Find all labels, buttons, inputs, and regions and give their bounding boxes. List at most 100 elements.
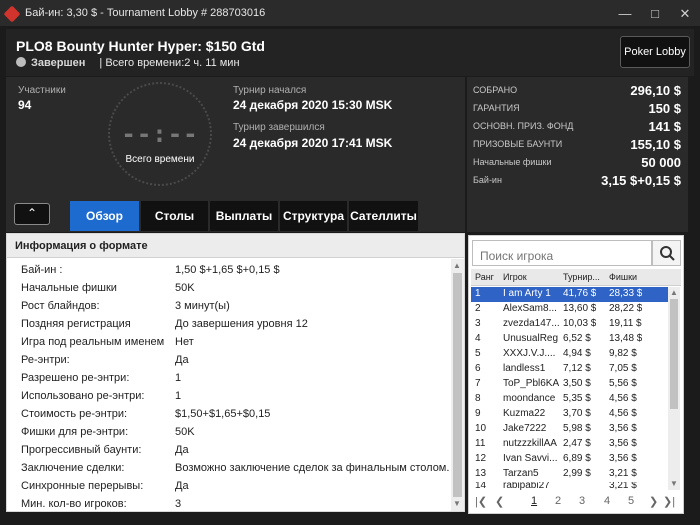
tournament-header: PLO8 Bounty Hunter Hyper: $150 Gtd Завер…	[6, 29, 694, 76]
player-row[interactable]: 5 XXXJ.V.J.... 4,94 $ 9,82 $	[471, 347, 669, 362]
player-row[interactable]: 8 moondance 5,35 $ 4,56 $	[471, 392, 669, 407]
scroll-thumb[interactable]	[453, 273, 462, 497]
player-row[interactable]: 4 UnusualReg 6,52 $ 13,48 $	[471, 332, 669, 347]
player-chips: 3,21 $	[609, 482, 637, 491]
format-scrollbar[interactable]: ▲ ▼	[451, 259, 464, 511]
maximize-icon[interactable]: □	[642, 4, 668, 24]
next-page-icon[interactable]: ❯	[649, 495, 658, 508]
player-name: I am Arty 1	[503, 288, 551, 299]
player-row[interactable]: 2 AlexSam8... 13,60 $ 28,22 $	[471, 302, 669, 317]
prev-page-icon[interactable]: ❮	[495, 495, 504, 508]
format-row: Игра под реальным именем Нет	[7, 333, 451, 351]
player-name: Tarzan5	[503, 468, 539, 479]
player-chips: 3,21 $	[609, 468, 637, 479]
player-row[interactable]: 1 I am Arty 1 41,76 $ 28,33 $	[471, 287, 669, 302]
player-name: zvezda147...	[503, 318, 559, 329]
tab-satellites[interactable]: Сателлиты	[349, 201, 419, 231]
format-key: Ре-энтри:	[21, 354, 70, 366]
player-name: Jake7222	[503, 423, 547, 434]
page-1[interactable]: 1	[531, 495, 537, 507]
player-name: landless1	[503, 363, 546, 374]
page-5[interactable]: 5	[628, 495, 634, 507]
chevron-up-double-icon: ⌃	[26, 206, 38, 220]
scroll-down-icon[interactable]: ▼	[453, 499, 461, 508]
status-label: Завершен	[31, 57, 86, 69]
player-row[interactable]: 11 nutzzzkillAA 2,47 $ 3,56 $	[471, 437, 669, 452]
player-prize: 5,35 $	[563, 393, 591, 404]
tab-structure[interactable]: Структура	[280, 201, 348, 231]
scroll-up-icon[interactable]: ▲	[453, 261, 461, 270]
scroll-down-icon[interactable]: ▼	[670, 479, 678, 488]
player-row[interactable]: 7 ToP_Pbl6KA 3,50 $ 5,56 $	[471, 377, 669, 392]
format-row: Рост блайндов: 3 минут(ы)	[7, 297, 451, 315]
stat-value: 150 $	[648, 101, 681, 116]
scroll-thumb[interactable]	[670, 299, 678, 409]
column-prize[interactable]: Турнир...	[563, 272, 600, 282]
format-row: Фишки для ре-энтри: 50K	[7, 423, 451, 441]
players-scrollbar[interactable]: ▲ ▼	[668, 287, 680, 490]
page-4[interactable]: 4	[604, 495, 610, 507]
player-row[interactable]: 3 zvezda147... 10,03 $ 19,11 $	[471, 317, 669, 332]
player-rank: 1	[475, 288, 481, 299]
format-key: Прогрессивный баунти:	[21, 444, 142, 456]
column-chips[interactable]: Фишки	[609, 272, 637, 282]
scroll-up-icon[interactable]: ▲	[670, 288, 678, 297]
player-row[interactable]: 10 Jake7222 5,98 $ 3,56 $	[471, 422, 669, 437]
player-chips: 3,56 $	[609, 423, 637, 434]
player-name: ToP_Pbl6KA	[503, 378, 559, 389]
collapse-button[interactable]: ⌃	[14, 203, 50, 225]
format-info-panel: Информация о формате Бай-ин : 1,50 $+1,65…	[6, 233, 465, 512]
player-search-input[interactable]	[472, 240, 652, 266]
player-row[interactable]: 6 landless1 7,12 $ 7,05 $	[471, 362, 669, 377]
player-chips: 9,82 $	[609, 348, 637, 359]
stat-row: Начальные фишки 50 000	[473, 154, 685, 172]
last-page-icon[interactable]: ❯|	[663, 495, 675, 508]
format-value: Да	[175, 354, 189, 366]
format-row: Мин. кол-во игроков: 3	[7, 495, 451, 513]
app-logo-icon	[3, 5, 21, 23]
column-rank[interactable]: Ранг	[475, 272, 494, 282]
player-row[interactable]: 12 Ivan Savvi... 6,89 $ 3,56 $	[471, 452, 669, 467]
player-row[interactable]: 13 Tarzan5 2,99 $ 3,21 $	[471, 467, 669, 482]
stat-label: ОСНОВН. ПРИЗ. ФОНД	[473, 121, 574, 131]
player-row[interactable]: 14 rabipabi27 3,21 $	[471, 482, 669, 492]
stat-value: 50 000	[641, 155, 681, 170]
started-value: 24 декабря 2020 15:30 MSK	[233, 98, 393, 112]
format-value: До завершения уровня 12	[175, 318, 308, 330]
tab-payouts[interactable]: Выплаты	[210, 201, 279, 231]
started-label: Турнир начался	[233, 85, 307, 96]
first-page-icon[interactable]: |❮	[475, 495, 487, 508]
stat-value: 3,15 $+0,15 $	[601, 173, 681, 188]
poker-lobby-button[interactable]: Poker Lobby	[620, 36, 690, 68]
player-rank: 6	[475, 363, 481, 374]
ended-value: 24 декабря 2020 17:41 MSK	[233, 136, 393, 150]
page-2[interactable]: 2	[555, 495, 561, 507]
search-icon	[660, 246, 675, 261]
format-value: 50K	[175, 282, 195, 294]
format-header: Информация о формате	[7, 234, 464, 258]
format-key: Мин. кол-во игроков:	[21, 498, 127, 510]
tab-tables[interactable]: Столы	[141, 201, 209, 231]
minimize-icon[interactable]: —	[612, 4, 638, 24]
clock-digits: --:--	[121, 120, 199, 148]
tab-overview[interactable]: Обзор	[70, 201, 140, 231]
format-key: Использовано ре-энтри:	[21, 390, 145, 402]
total-time: | Всего времени:2 ч. 11 мин	[99, 57, 240, 69]
player-rank: 11	[475, 438, 486, 449]
stat-value: 141 $	[648, 119, 681, 134]
stat-row: ОСНОВН. ПРИЗ. ФОНД 141 $	[473, 118, 685, 136]
stat-label: ГАРАНТИЯ	[473, 103, 520, 113]
player-prize: 4,94 $	[563, 348, 591, 359]
page-3[interactable]: 3	[579, 495, 585, 507]
stat-label: СОБРАНО	[473, 85, 518, 95]
column-player[interactable]: Игрок	[503, 272, 527, 282]
player-row[interactable]: 9 Kuzma22 3,70 $ 4,56 $	[471, 407, 669, 422]
search-button[interactable]	[652, 240, 681, 266]
format-value: $1,50+$1,65+$0,15	[175, 408, 271, 420]
participants-label: Участники	[18, 85, 66, 96]
close-icon[interactable]: ✕	[672, 4, 698, 24]
player-prize: 7,12 $	[563, 363, 591, 374]
format-row: Стоимость ре-энтри: $1,50+$1,65+$0,15	[7, 405, 451, 423]
title-bar: Бай-ин: 3,30 $ - Tournament Lobby # 2887…	[0, 0, 700, 27]
format-value: Да	[175, 480, 189, 492]
